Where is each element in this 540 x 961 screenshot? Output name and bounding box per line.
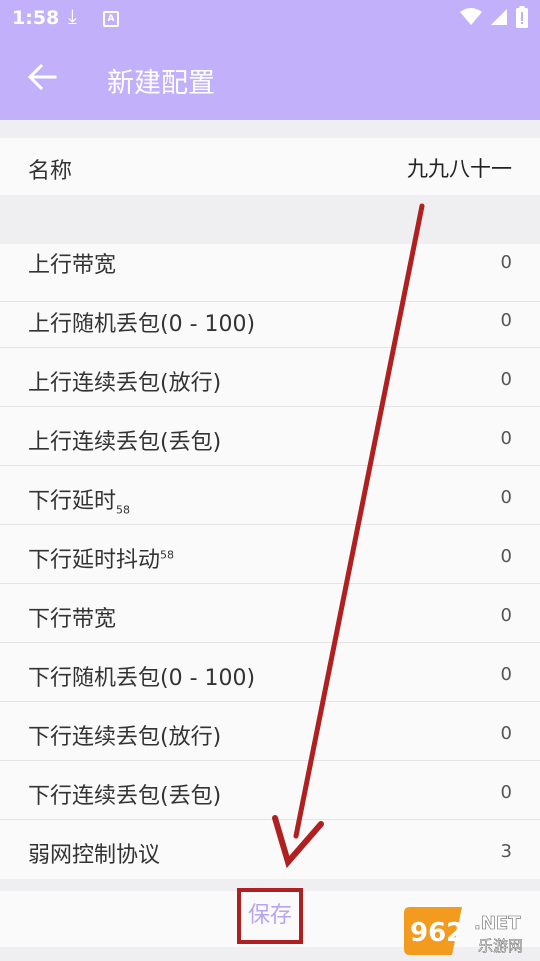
wifi-icon <box>460 8 482 25</box>
setting-label-text: 下行延时 <box>28 489 117 514</box>
setting-row-downlink-burst-drop[interactable]: 下行连续丢包(丢包) 0 <box>0 762 540 820</box>
setting-value: 0 <box>500 252 512 273</box>
status-bar: 1:58 ⤓ A <box>0 0 540 36</box>
back-arrow-icon[interactable] <box>27 62 57 92</box>
name-label: 名称 <box>28 159 73 184</box>
setting-row-downlink-jitter[interactable]: 下行延时抖动58 0 <box>0 526 540 584</box>
setting-label: 下行延时抖动58 <box>28 542 174 574</box>
status-time: 1:58 <box>12 7 60 29</box>
watermark-suffix: .NET <box>474 913 521 934</box>
setting-label: 弱网控制协议 <box>28 843 161 868</box>
watermark-badge-icon: 962 .NET 乐游网 <box>404 907 523 955</box>
signal-icon <box>491 9 507 25</box>
setting-value: 0 <box>500 369 512 390</box>
setting-value: 0 <box>500 310 512 331</box>
a-app-icon: A <box>103 11 119 27</box>
page-title: 新建配置 <box>107 68 215 99</box>
setting-row-uplink-burst-pass[interactable]: 上行连续丢包(放行) 0 <box>0 349 540 407</box>
setting-label-suffix: 58 <box>160 548 175 562</box>
setting-row-downlink-delay[interactable]: 下行延时58 0 <box>0 467 540 525</box>
setting-value: 0 <box>500 723 512 744</box>
setting-label: 下行延时58 <box>28 483 130 516</box>
setting-value: 0 <box>500 664 512 685</box>
setting-label: 上行带宽 <box>28 253 117 278</box>
setting-row-uplink-random-loss[interactable]: 上行随机丢包(0 - 100) 0 <box>0 290 540 348</box>
setting-label: 下行连续丢包(放行) <box>28 725 222 750</box>
setting-label: 上行随机丢包(0 - 100) <box>28 312 256 337</box>
setting-label: 下行连续丢包(丢包) <box>28 784 222 809</box>
save-button[interactable]: 保存 <box>237 888 303 944</box>
setting-value: 0 <box>500 782 512 803</box>
setting-row-uplink-burst-drop[interactable]: 上行连续丢包(丢包) 0 <box>0 408 540 466</box>
setting-row-downlink-burst-pass[interactable]: 下行连续丢包(放行) 0 <box>0 703 540 761</box>
name-field-row[interactable]: 名称 九九八十一 <box>0 138 540 195</box>
setting-value: 0 <box>500 546 512 567</box>
setting-row-downlink-bandwidth[interactable]: 下行带宽 0 <box>0 585 540 643</box>
setting-row-weak-network-protocol[interactable]: 弱网控制协议 3 <box>0 821 540 879</box>
watermark-brand: 962 <box>410 918 464 948</box>
setting-label-suffix: 58 <box>116 503 131 517</box>
settings-list: 上行带宽 0 上行随机丢包(0 - 100) 0 上行连续丢包(放行) 0 上行… <box>0 244 540 879</box>
setting-label: 下行带宽 <box>28 607 117 632</box>
system-icons <box>460 6 528 28</box>
watermark-logo: 962 .NET 乐游网 <box>402 905 534 957</box>
setting-label: 上行连续丢包(放行) <box>28 371 222 396</box>
setting-label-text: 下行延时抖动 <box>28 548 161 573</box>
watermark-subtitle: 乐游网 <box>478 937 523 955</box>
name-value[interactable]: 九九八十一 <box>407 153 512 183</box>
setting-row-downlink-random-loss[interactable]: 下行随机丢包(0 - 100) 0 <box>0 644 540 702</box>
battery-icon <box>516 6 528 28</box>
setting-label: 下行随机丢包(0 - 100) <box>28 666 256 691</box>
setting-value: 0 <box>500 428 512 449</box>
download-icon: ⤓ <box>68 4 77 28</box>
app-bar: 新建配置 <box>0 36 540 120</box>
setting-label: 上行连续丢包(丢包) <box>28 430 222 455</box>
setting-value: 0 <box>500 487 512 508</box>
setting-value: 0 <box>500 605 512 626</box>
setting-value: 3 <box>500 841 512 862</box>
